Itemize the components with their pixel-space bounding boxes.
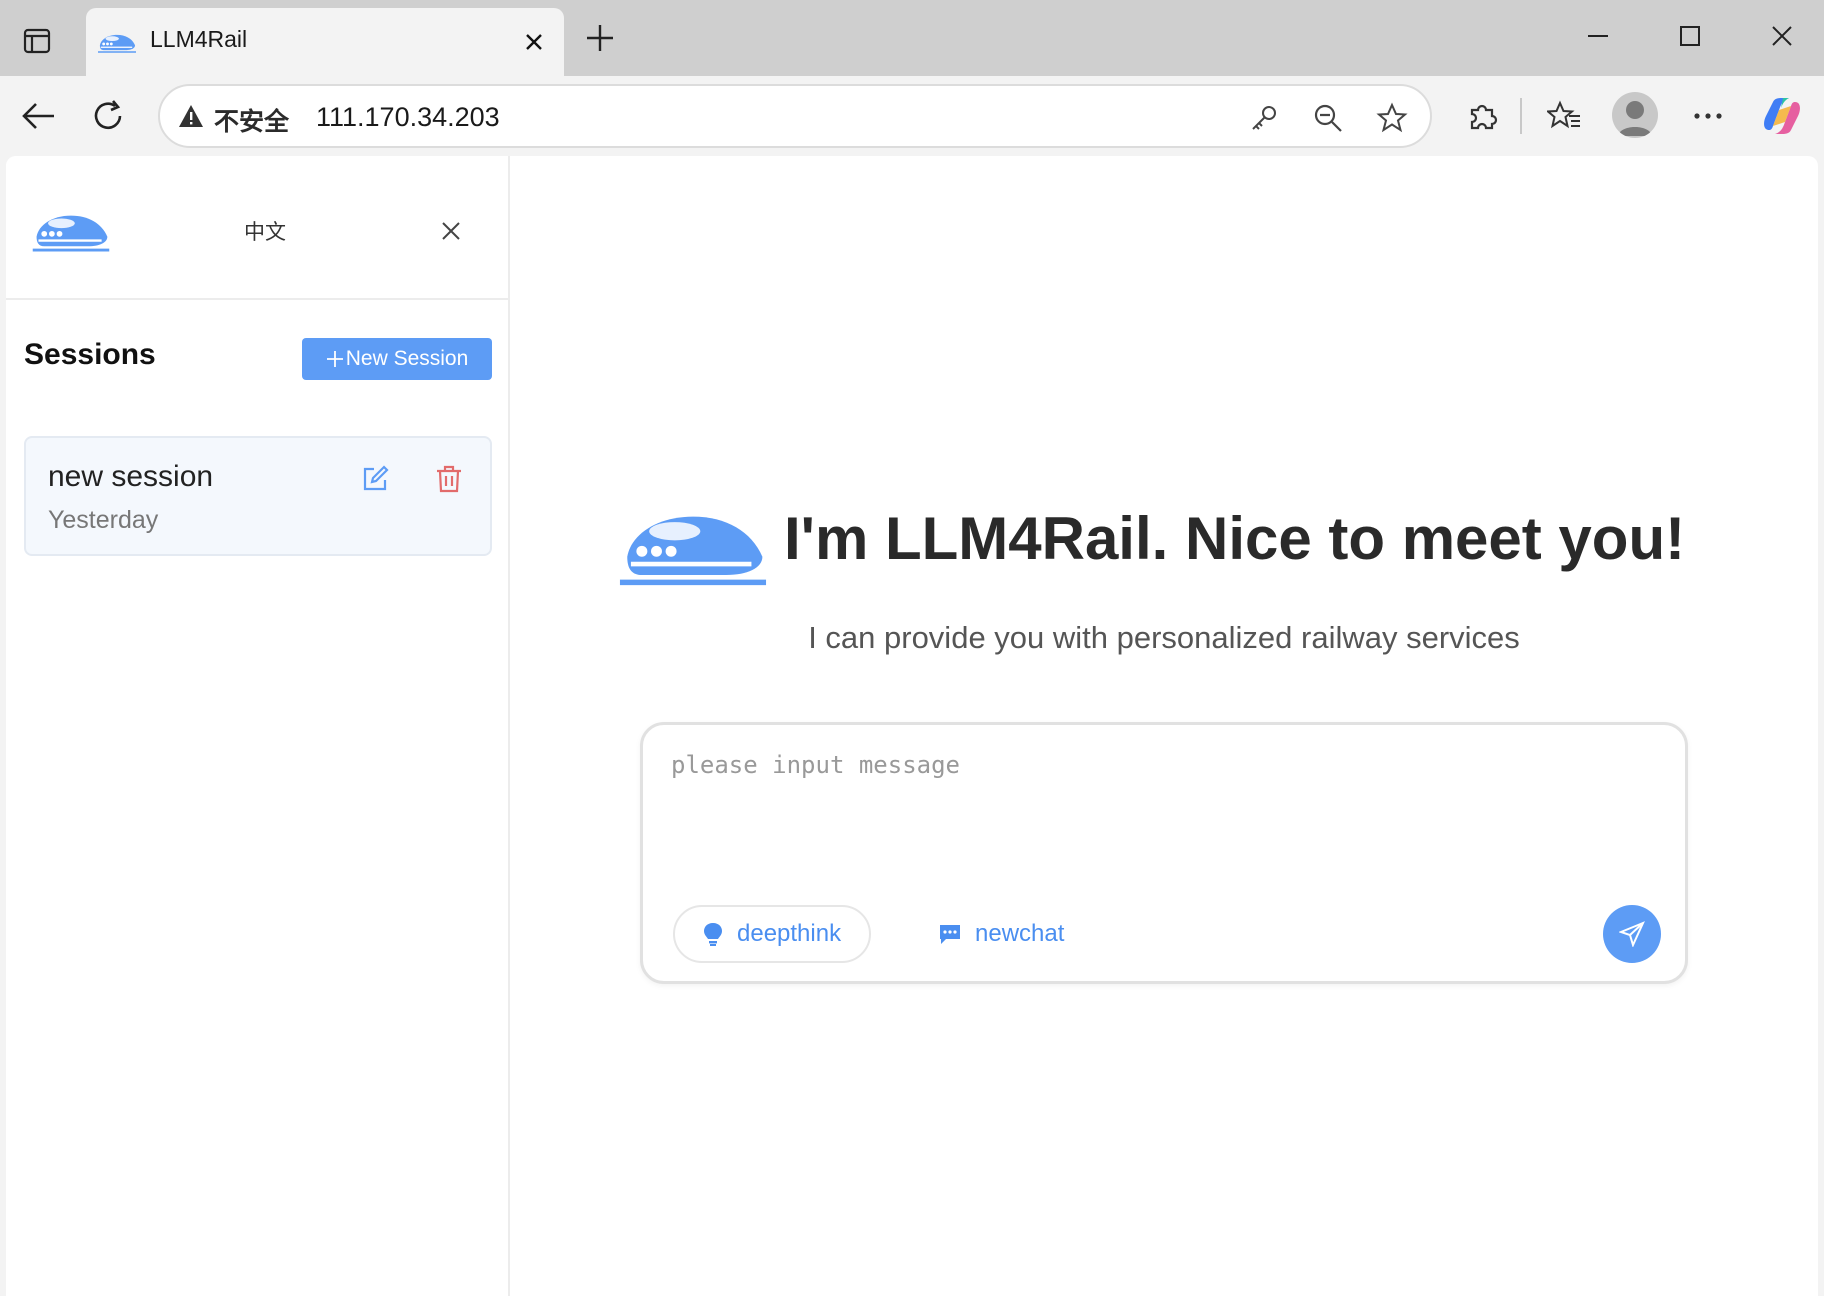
more-menu-icon[interactable] [1686,94,1730,138]
tab-close-icon[interactable] [520,28,548,56]
welcome-subtitle: I can provide you with personalized rail… [808,620,1520,655]
copilot-icon[interactable] [1760,94,1804,138]
url-text[interactable]: 111.170.34.203 [316,102,500,133]
address-bar[interactable]: 不安全 111.170.34.203 [158,84,1432,148]
sidebar-close-icon[interactable] [438,218,464,244]
train-favicon-icon [98,28,136,56]
deepthink-label: deepthink [737,920,842,947]
zoom-out-icon[interactable] [1312,102,1344,134]
back-arrow-icon[interactable] [16,94,60,138]
sidebar-header: 中文 [6,156,508,300]
main-content: I'm LLM4Rail. Nice to meet you! I can pr… [510,156,1818,1296]
train-hero-icon [618,502,768,586]
sessions-heading: Sessions [24,338,156,371]
new-session-button[interactable]: New Session [302,338,492,380]
language-switch[interactable]: 中文 [244,216,286,246]
welcome-title: I'm LLM4Rail. Nice to meet you! [784,505,1686,572]
key-icon[interactable] [1248,102,1280,134]
browser-tab-active[interactable]: LLM4Rail [86,8,564,76]
extensions-icon[interactable] [1460,94,1504,138]
session-name: new session [48,460,214,493]
profile-avatar[interactable] [1612,92,1658,138]
toolbar-divider [1520,98,1522,134]
favorites-icon[interactable] [1542,94,1586,138]
trash-icon[interactable] [434,464,464,494]
tab-title: LLM4Rail [150,26,248,52]
favorite-star-icon[interactable] [1376,102,1408,134]
send-arrow-icon [1619,921,1645,947]
lightbulb-icon [704,923,722,946]
sidebar-toggle-icon[interactable] [18,22,56,60]
web-page: 中文 Sessions New Session new session Yest… [6,156,1818,1296]
security-status[interactable]: 不安全 [214,102,289,138]
maximize-icon[interactable] [1670,18,1710,54]
session-time: Yesterday [48,506,159,534]
sessions-sidebar: 中文 Sessions New Session new session Yest… [6,156,510,1296]
send-button[interactable] [1603,905,1661,963]
message-input[interactable] [671,751,1651,871]
new-session-label: New Session [345,347,469,370]
window-close-icon[interactable] [1762,18,1802,54]
session-item[interactable]: new session Yesterday [24,436,492,556]
warning-icon[interactable] [178,103,204,129]
minimize-icon[interactable] [1578,18,1618,54]
newchat-label: newchat [975,920,1065,947]
reload-icon[interactable] [86,94,130,138]
train-logo-icon [32,208,110,252]
browser-toolbar: 不安全 111.170.34.203 [0,76,1824,156]
edit-icon[interactable] [360,464,390,494]
plus-icon [326,351,343,367]
newchat-button[interactable]: newchat [939,905,1064,963]
chat-bubble-icon [940,925,960,944]
chat-composer: deepthink newchat [640,722,1688,984]
new-tab-icon[interactable] [582,20,618,56]
deepthink-button[interactable]: deepthink [673,905,872,963]
browser-tabbar: LLM4Rail [0,0,1824,76]
